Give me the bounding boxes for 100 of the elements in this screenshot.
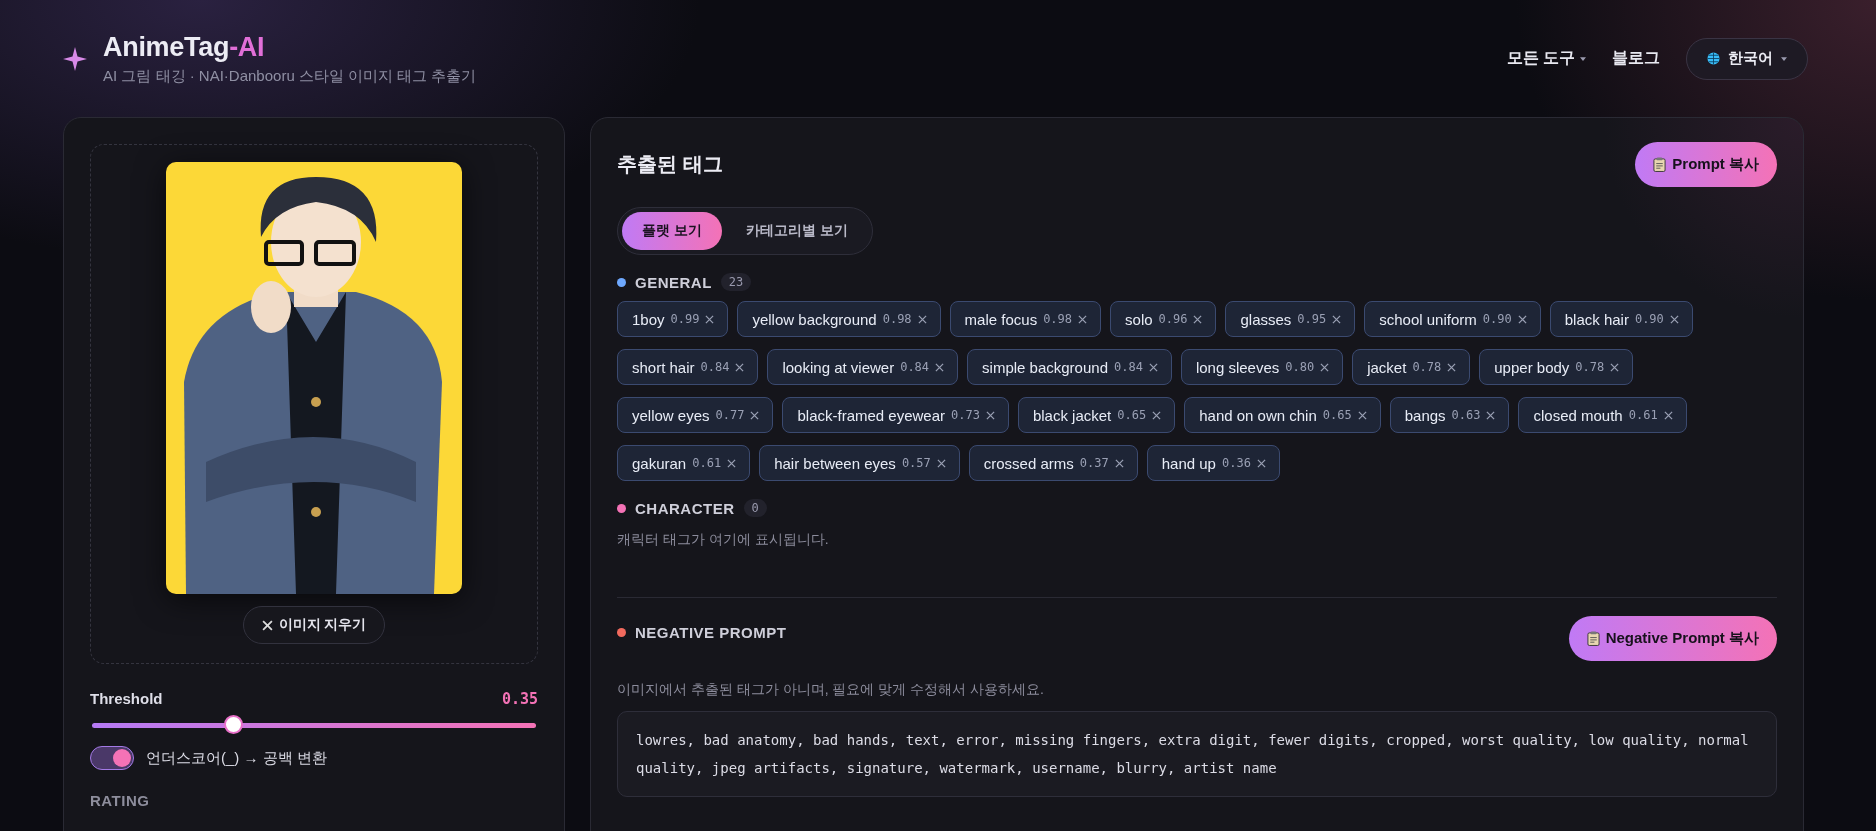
tag-chip[interactable]: hand up 0.36 <box>1146 445 1280 481</box>
remove-icon[interactable] <box>735 362 745 372</box>
tag-chip[interactable]: black hair 0.90 <box>1549 301 1693 337</box>
remove-icon[interactable] <box>727 458 737 468</box>
threshold-slider[interactable] <box>90 714 538 736</box>
toggle-label: 언더스코어(_) → 공백 변환 <box>146 748 327 768</box>
tag-name: yellow background <box>752 310 877 328</box>
tag-chip[interactable]: gakuran 0.61 <box>617 445 751 481</box>
tag-score: 0.65 <box>1322 408 1352 422</box>
clipboard-icon <box>1653 157 1667 172</box>
tag-chip[interactable]: long sleeves 0.80 <box>1180 349 1344 385</box>
remove-icon[interactable] <box>1256 458 1266 468</box>
tag-name: male focus <box>964 310 1038 328</box>
tag-name: black hair <box>1564 310 1629 328</box>
remove-icon[interactable] <box>936 458 946 468</box>
tag-score: 0.77 <box>715 408 745 422</box>
view-tab[interactable]: 카테고리별 보기 <box>725 212 868 250</box>
tag-chip[interactable]: yellow background 0.98 <box>737 301 941 337</box>
tag-score: 0.98 <box>882 312 912 326</box>
tag-score: 0.98 <box>1043 312 1073 326</box>
remove-icon[interactable] <box>1332 314 1342 324</box>
tag-name: black jacket <box>1032 406 1112 424</box>
tag-chip[interactable]: 1boy 0.99 <box>617 301 729 337</box>
threshold-label: Threshold <box>90 690 163 708</box>
remove-icon[interactable] <box>1078 314 1088 324</box>
caret-icon <box>1781 56 1787 61</box>
logo[interactable]: AnimeTag-AI <box>103 31 477 63</box>
caret-icon <box>1580 56 1586 61</box>
tag-name: looking at viewer <box>782 358 895 376</box>
remove-icon[interactable] <box>917 314 927 324</box>
nav-link[interactable]: 모든 도구 <box>1506 48 1586 69</box>
tag-chip[interactable]: yellow eyes 0.77 <box>617 397 774 433</box>
remove-icon[interactable] <box>985 410 995 420</box>
tag-score: 0.95 <box>1297 312 1327 326</box>
tag-chip[interactable]: closed mouth 0.61 <box>1518 397 1687 433</box>
tag-chip[interactable]: crossed arms 0.37 <box>968 445 1138 481</box>
copy-negative-button[interactable]: Negative Prompt 복사 <box>1568 616 1777 661</box>
tag-name: glasses <box>1240 310 1292 328</box>
tag-name: long sleeves <box>1195 358 1280 376</box>
remove-icon[interactable] <box>1152 410 1162 420</box>
toggle-switch[interactable] <box>90 746 134 770</box>
remove-icon[interactable] <box>1610 362 1620 372</box>
tag-score: 0.37 <box>1079 456 1109 470</box>
tag-chip[interactable]: hand on own chin 0.65 <box>1184 397 1381 433</box>
remove-icon[interactable] <box>1320 362 1330 372</box>
tag-chip[interactable]: male focus 0.98 <box>949 301 1102 337</box>
tag-chip[interactable]: glasses 0.95 <box>1225 301 1356 337</box>
remove-icon[interactable] <box>935 362 945 372</box>
tag-score: 0.84 <box>1114 360 1143 374</box>
tag-chip[interactable]: looking at viewer 0.84 <box>767 349 959 385</box>
remove-icon[interactable] <box>1517 314 1527 324</box>
tag-chip[interactable]: hair between eyes 0.57 <box>759 445 960 481</box>
nav-link[interactable]: 블로그 <box>1612 48 1660 69</box>
tag-score: 0.90 <box>1482 312 1512 326</box>
copy-prompt-button[interactable]: Prompt 복사 <box>1635 142 1777 187</box>
slider-thumb[interactable] <box>224 715 244 734</box>
remove-icon[interactable] <box>1486 410 1496 420</box>
count-badge: 0 <box>743 499 767 517</box>
tag-name: crossed arms <box>983 454 1074 472</box>
upload-area[interactable]: 이미지 지우기 <box>90 144 538 664</box>
language-button[interactable]: 한국어 <box>1686 37 1808 80</box>
tag-name: gakuran <box>632 454 687 472</box>
tag-chip[interactable]: simple background 0.84 <box>967 349 1172 385</box>
tag-chip[interactable]: black jacket 0.65 <box>1017 397 1176 433</box>
remove-icon[interactable] <box>1193 314 1203 324</box>
clear-image-button[interactable]: 이미지 지우기 <box>242 606 386 644</box>
tag-name: yellow eyes <box>632 406 710 424</box>
remove-icon[interactable] <box>1148 362 1158 372</box>
tag-score: 0.65 <box>1117 408 1147 422</box>
tag-score: 0.78 <box>1412 360 1442 374</box>
remove-icon[interactable] <box>705 314 715 324</box>
tag-name: black-framed eyewear <box>797 406 945 424</box>
remove-icon[interactable] <box>1114 458 1124 468</box>
clipboard-icon <box>1586 631 1600 646</box>
tag-score: 0.80 <box>1285 360 1315 374</box>
tag-score: 0.63 <box>1451 408 1481 422</box>
tag-score: 0.36 <box>1221 456 1251 470</box>
tag-chip[interactable]: short hair 0.84 <box>617 349 759 385</box>
remove-icon[interactable] <box>1357 410 1367 420</box>
negative-prompt-field[interactable]: lowres, bad anatomy, bad hands, text, error, missing fingers, extra digit, fewer digits, cropped, worst quality, low quality, normal quality, jpeg artifacts, signature, watermark, username, blurry, artist name <box>617 711 1777 797</box>
category-title: GENERAL <box>635 273 712 291</box>
tag-chip[interactable]: upper body 0.78 <box>1479 349 1634 385</box>
tag-score: 0.61 <box>692 456 722 470</box>
remove-icon[interactable] <box>750 410 760 420</box>
tag-name: bangs <box>1404 406 1446 424</box>
category-title: CHARACTER <box>635 499 735 517</box>
tag-score: 0.99 <box>670 312 700 326</box>
tag-name: 1boy <box>632 310 665 328</box>
tag-chip[interactable]: solo 0.96 <box>1110 301 1217 337</box>
remove-icon[interactable] <box>1663 410 1673 420</box>
remove-icon[interactable] <box>1447 362 1457 372</box>
tag-chip[interactable]: black-framed eyewear 0.73 <box>782 397 1009 433</box>
tag-chip[interactable]: school uniform 0.90 <box>1364 301 1541 337</box>
tag-chip[interactable]: bangs 0.63 <box>1389 397 1510 433</box>
remove-icon[interactable] <box>1669 314 1679 324</box>
tag-chip[interactable]: jacket 0.78 <box>1352 349 1471 385</box>
view-tab[interactable]: 플랫 보기 <box>622 212 722 250</box>
tag-name: hand up <box>1161 454 1216 472</box>
tag-score: 0.84 <box>900 360 930 374</box>
tag-score: 0.96 <box>1158 312 1188 326</box>
